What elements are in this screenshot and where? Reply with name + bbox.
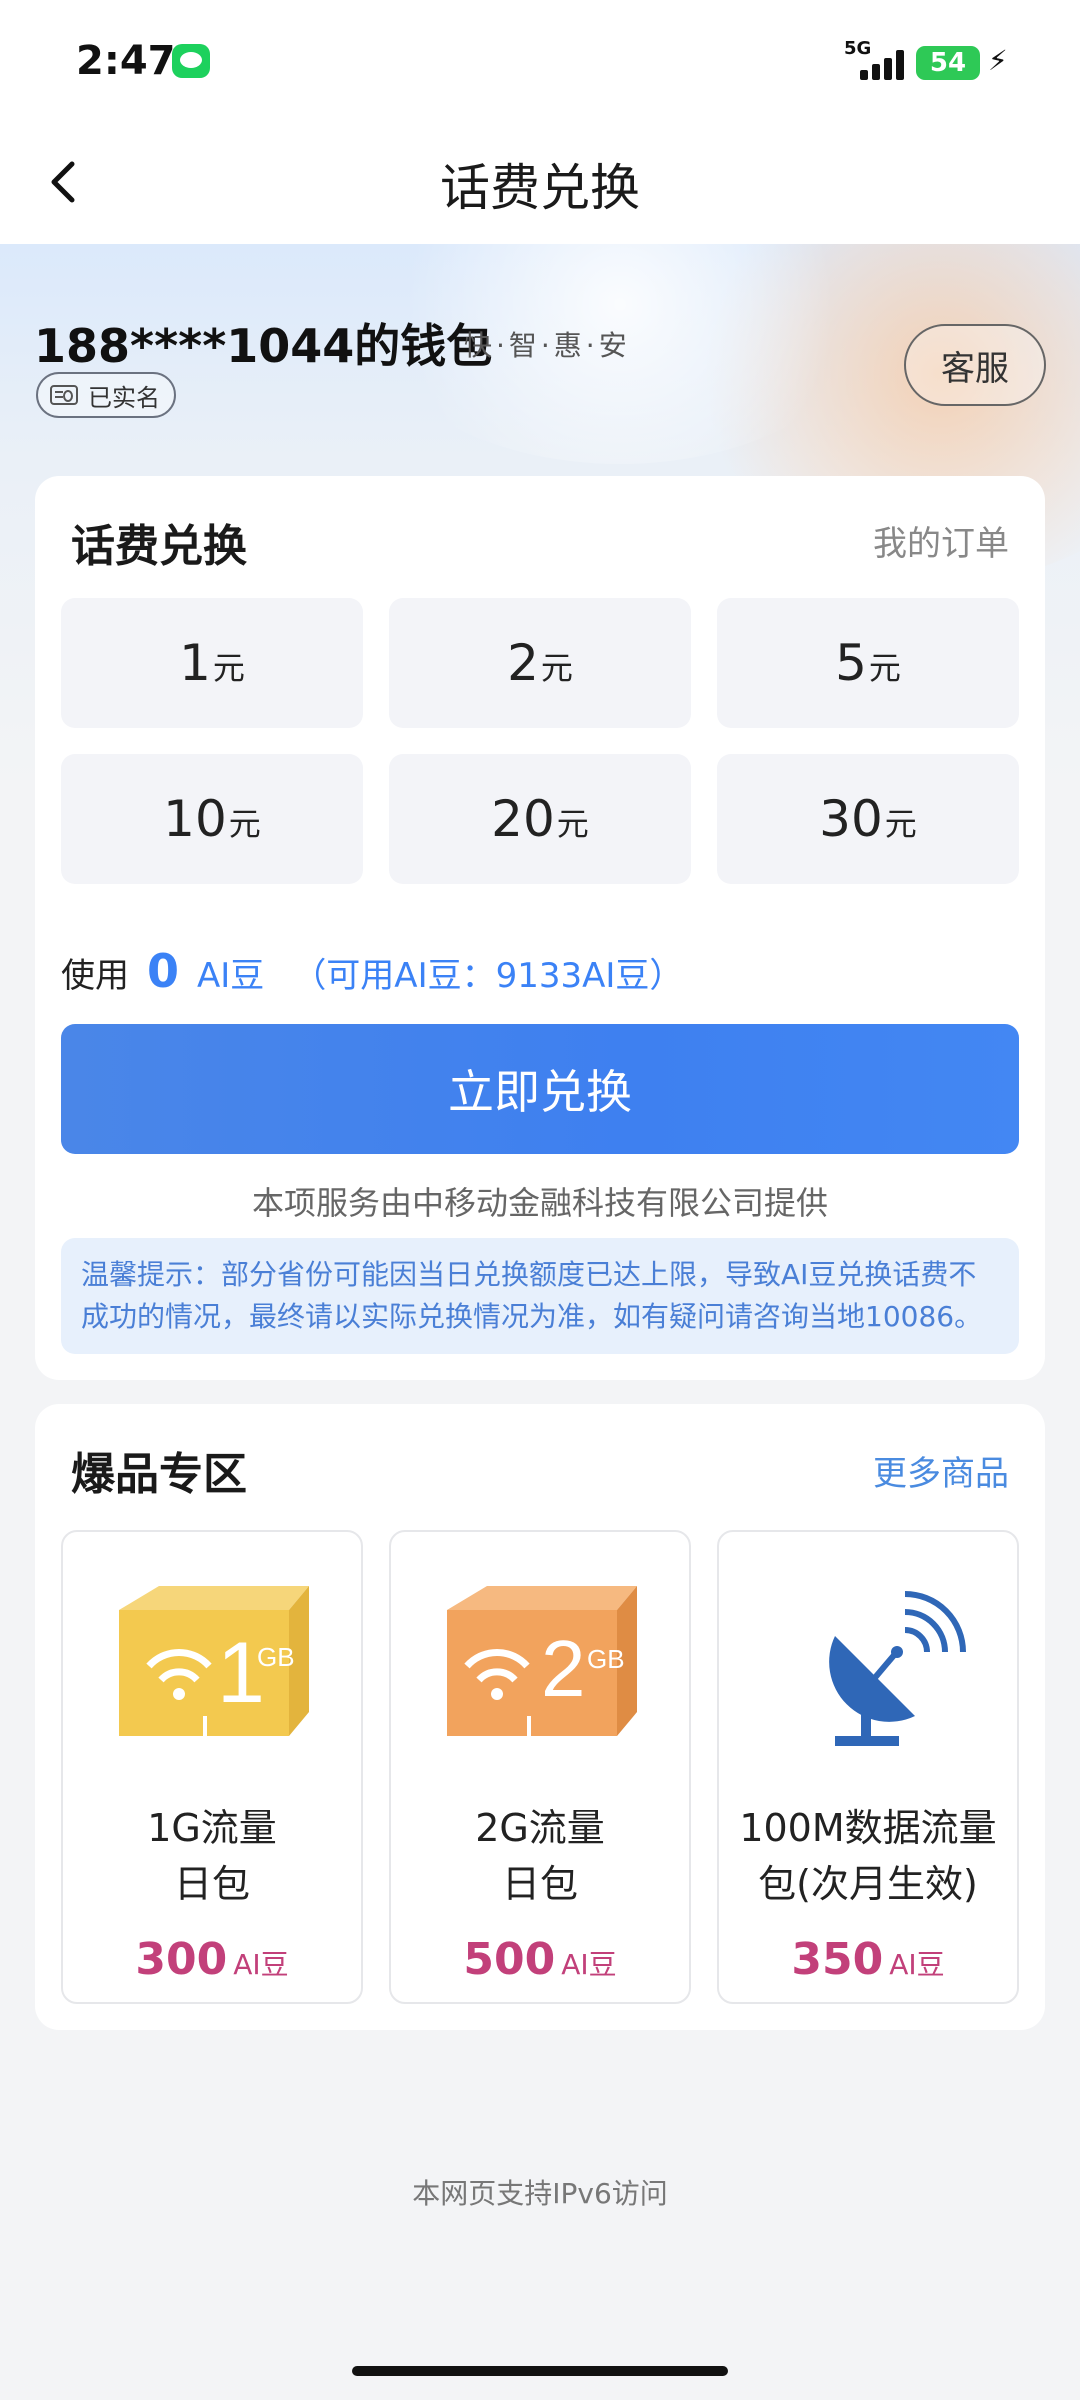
customer-service-button[interactable]: 客服 [904,324,1046,406]
image-sublabel: GB [587,1644,625,1674]
product-price: 500 AI豆 [463,1934,617,1985]
home-indicator[interactable] [352,2366,728,2376]
product-name: 1G流量 日包 [147,1806,277,1906]
product-card[interactable]: 2 GB 2G流量 日包 500 AI豆 [389,1530,691,2004]
image-sublabel: GB [257,1642,295,1672]
product-name: 100M数据流量 包(次月生效) [739,1806,997,1906]
product-card[interactable]: 1 GB 1G流量 日包 300 AI豆 [61,1530,363,2004]
denomination-grid: 1元 2元 5元 10 元 20 元 30 元 [61,598,1019,884]
denomination-option[interactable]: 5元 [717,598,1019,728]
image-label: 2 [541,1624,586,1713]
wallet-slogan: 快·智·惠·安 [464,329,631,362]
more-products-link[interactable]: 更多商品 [873,1446,1009,1495]
hot-products-title: 爆品专区 [71,1449,247,1500]
bean-usage-line: 使用 0 AI豆 （可用AI豆：9133AI豆） [61,944,683,998]
warm-tip: 温馨提示：部分省份可能因当日兑换额度已达上限，导致AI豆兑换话费不成功的情况，最… [61,1238,1019,1354]
data-box-1gb-icon: 1 GB [119,1586,309,1752]
provider-text: 本项服务由中移动金融科技有限公司提供 [251,1184,828,1222]
verified-badge: 已实名 [36,372,176,418]
image-label: 1 [217,1625,265,1721]
use-unit: AI豆 [197,956,265,996]
charging-icon: ⚡ [988,44,1008,77]
my-orders-link[interactable]: 我的订单 [873,516,1009,565]
page-title: 话费兑换 [440,159,640,217]
denomination-option[interactable]: 20 元 [389,754,691,884]
available-beans: （可用AI豆：9133AI豆） [292,956,684,996]
signal-icon: 5G [844,38,904,80]
message-icon [172,44,210,78]
product-name: 2G流量 日包 [475,1806,605,1906]
denomination-option[interactable]: 2元 [389,598,691,728]
id-card-icon [50,385,78,405]
wallet-title: 188****1044的钱包 [34,319,493,373]
product-grid: 1 GB 1G流量 日包 300 AI豆 2 GB 2G流量 日包 500 AI… [61,1530,1019,2004]
denomination-option[interactable]: 10 元 [61,754,363,884]
satellite-dish-icon [829,1591,966,1746]
data-box-2gb-icon: 2 GB [447,1586,637,1752]
product-price: 300 AI豆 [135,1934,289,1985]
exchange-card: 话费兑换 我的订单 1元 2元 5元 10 元 20 元 30 元 使用 0 AI豆 … [35,476,1045,1380]
status-bar: 2:47 5G 54 ⚡ [0,0,1080,120]
product-price: 350 AI豆 [791,1934,945,1985]
use-label: 使用 [61,956,129,996]
hot-products-card: 爆品专区 更多商品 1 GB 1G流量 日包 300 AI豆 2 GB 2G流量… [35,1404,1045,2030]
redeem-button[interactable]: 立即兑换 [61,1024,1019,1154]
network-type: 5G [844,38,872,59]
verified-label: 已实名 [88,383,160,412]
use-amount: 0 [147,944,180,998]
ipv6-note: 本网页支持IPv6访问 [412,2177,668,2210]
title-bar: 话费兑换 [0,120,1080,244]
battery-icon: 54 [916,46,980,80]
battery-level: 54 [929,48,967,78]
status-time: 2:47 [76,38,176,84]
denomination-option[interactable]: 30 元 [717,754,1019,884]
exchange-title: 话费兑换 [71,521,247,572]
product-card[interactable]: 100M数据流量 包(次月生效) 350 AI豆 [717,1530,1019,2004]
denomination-option[interactable]: 1元 [61,598,363,728]
